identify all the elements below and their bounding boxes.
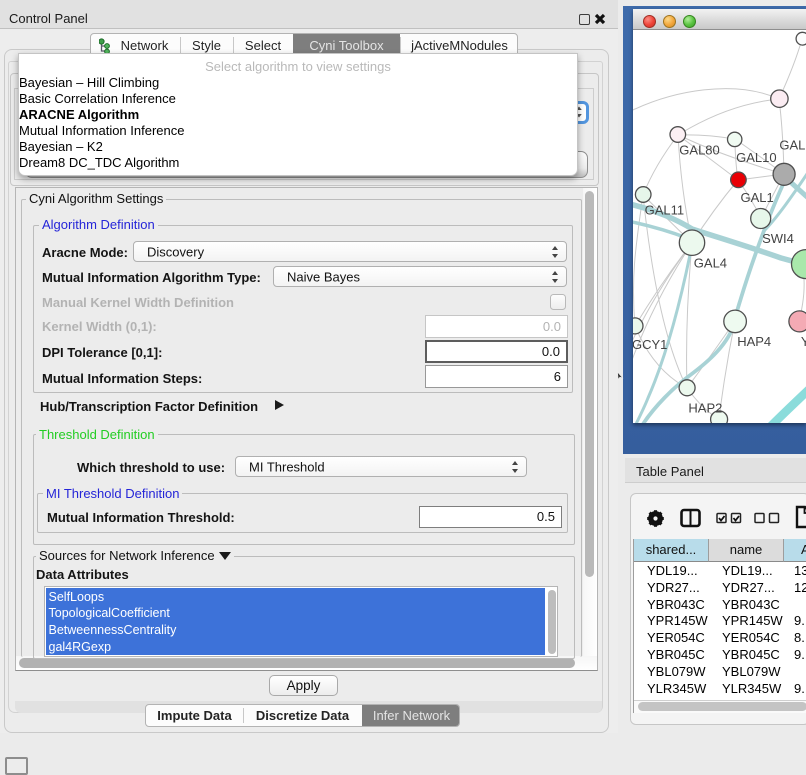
svg-text:GAL80: GAL80 (679, 143, 719, 158)
svg-text:GAL10: GAL10 (736, 150, 776, 165)
svg-text:GCY1: GCY1 (633, 337, 667, 352)
svg-text:SWI4: SWI4 (762, 231, 794, 246)
svg-text:GAL1: GAL1 (741, 190, 774, 205)
svg-text:HAP2: HAP2 (688, 401, 722, 416)
svg-text:GAL7: GAL7 (779, 138, 806, 153)
svg-text:GAL4: GAL4 (694, 256, 727, 271)
svg-text:YB: YB (801, 334, 806, 349)
svg-text:HAP4: HAP4 (737, 334, 771, 349)
svg-text:GAL11: GAL11 (645, 203, 685, 218)
